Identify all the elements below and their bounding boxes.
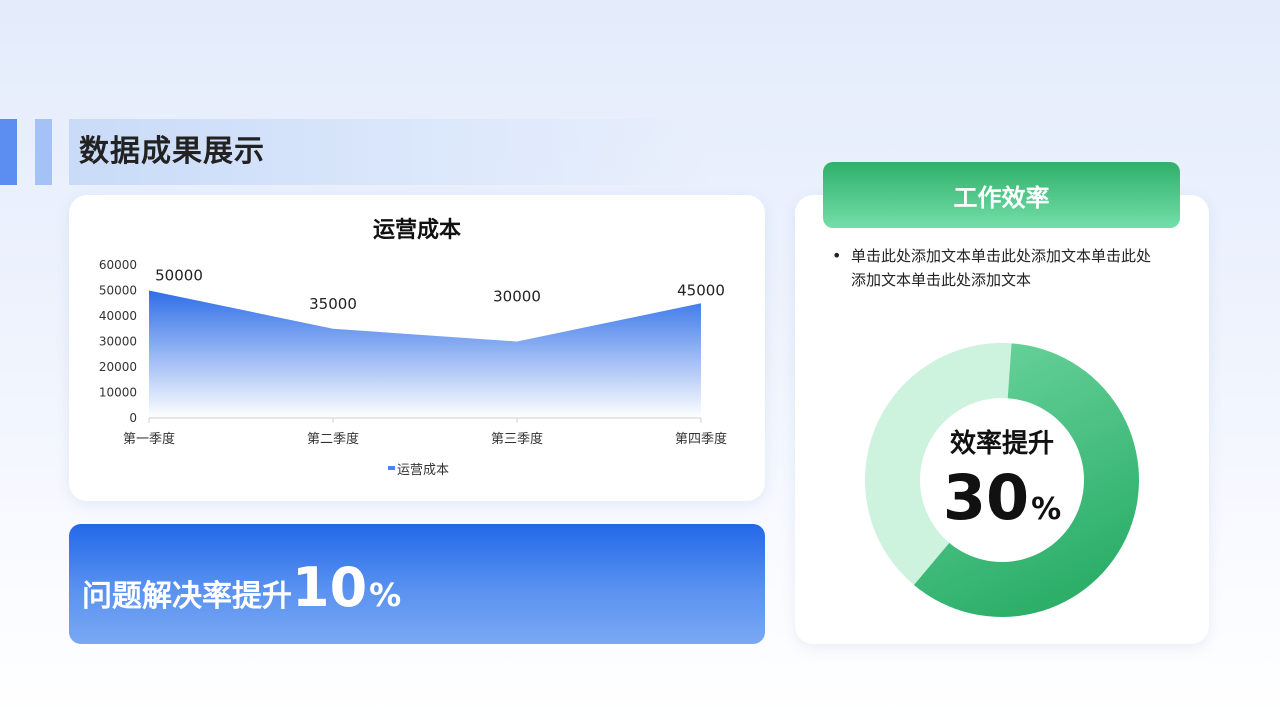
y-axis: 0 10000 20000 30000 40000 50000 60000 [99,258,137,425]
area-series-fill [149,290,701,418]
data-label: 35000 [309,295,357,313]
y-tick-label: 20000 [99,360,137,374]
resolution-rate-text: 问题解决率提升 10 % [82,556,401,620]
data-labels: 50000 35000 30000 45000 [155,267,725,313]
bullet-text[interactable]: 单击此处添加文本单击此处添加文本单击此处添加文本单击此处添加文本 [851,244,1161,292]
y-tick-label: 0 [129,411,137,425]
banner-unit: % [369,576,402,614]
donut-value-number: 30 [942,461,1030,534]
banner-value: 10 [292,556,368,619]
x-tick-label: 第二季度 [307,431,359,447]
data-label: 50000 [155,267,203,285]
area-series [149,290,701,418]
area-chart: 运营成本 0 10000 20000 30000 40000 50000 60000 第一季… [99,218,727,478]
x-axis: 第一季度 第二季度 第三季度 第四季度 [123,417,727,447]
chart-title: 运营成本 [373,218,461,243]
data-label: 30000 [493,288,541,306]
y-tick-label: 30000 [99,335,137,349]
donut-label: 效率提升 [949,429,1054,459]
legend-swatch [388,466,395,470]
efficiency-bullet: • 单击此处添加文本单击此处添加文本单击此处添加文本单击此处添加文本 [832,244,1162,292]
accent-bar-primary [0,119,17,185]
page-title: 数据成果展示 [79,134,265,169]
banner-label: 问题解决率提升 [82,579,292,614]
x-tick-label: 第三季度 [491,431,543,447]
x-tick-label: 第一季度 [123,431,175,447]
x-tick-label: 第四季度 [675,431,727,447]
accent-bar-secondary [35,119,52,185]
chart-card: 运营成本 0 10000 20000 30000 40000 50000 60000 第一季… [69,195,765,501]
bullet-icon: • [832,246,842,265]
donut-value: 30 % [920,460,1084,536]
legend-label: 运营成本 [397,463,449,478]
efficiency-header: 工作效率 [823,162,1180,228]
data-label: 45000 [677,281,725,299]
y-tick-label: 50000 [99,284,137,298]
y-tick-label: 40000 [99,309,137,323]
donut-value-unit: % [1031,492,1062,527]
chart-legend: 运营成本 [388,463,449,478]
y-tick-label: 10000 [99,386,137,400]
y-tick-label: 60000 [99,258,137,272]
